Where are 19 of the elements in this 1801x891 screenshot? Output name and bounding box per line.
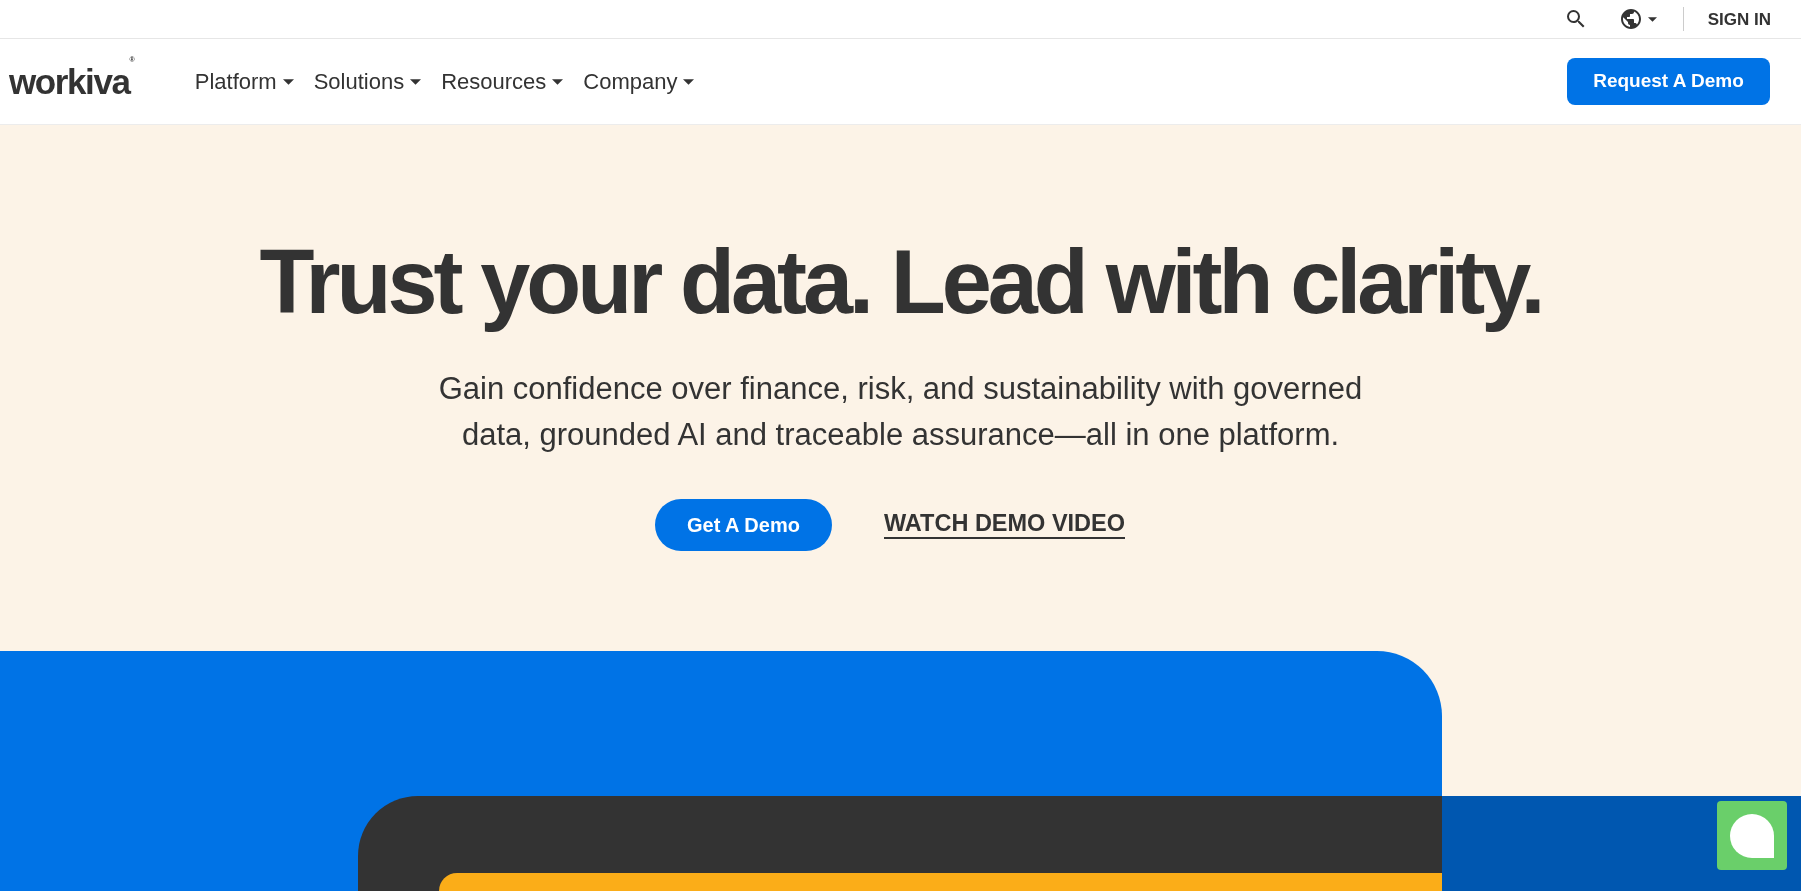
nav-menu-item[interactable]: Company <box>583 65 695 98</box>
sign-in-link[interactable]: SIGN IN <box>1707 10 1771 28</box>
request-demo-button[interactable]: Request A Demo <box>1567 58 1770 105</box>
caret-icon <box>683 78 695 85</box>
caret-icon <box>410 78 422 85</box>
globe-icon <box>1620 9 1641 29</box>
hero-title: Trust your data. Lead with clarity. <box>259 231 1542 334</box>
watch-video-link[interactable]: WATCH DEMO VIDEO <box>883 510 1126 539</box>
caret-icon <box>552 78 564 85</box>
chat-bubble-icon <box>1730 813 1774 858</box>
search-icon[interactable] <box>1566 10 1585 28</box>
language-menu[interactable] <box>1620 9 1657 29</box>
hero-subtitle: Gain confidence over finance, risk, and sustainability with governed data, grounded AI and traceable assurance—all in one platform. <box>437 369 1364 454</box>
nav-menu-item[interactable]: Solutions <box>313 65 422 98</box>
nav-menu-item[interactable]: Resources <box>441 65 564 98</box>
nav-menu-item[interactable]: Platform <box>194 65 294 98</box>
caret-icon <box>282 78 294 85</box>
get-demo-button[interactable]: Get A Demo <box>654 498 832 551</box>
caret-icon <box>1647 16 1657 22</box>
